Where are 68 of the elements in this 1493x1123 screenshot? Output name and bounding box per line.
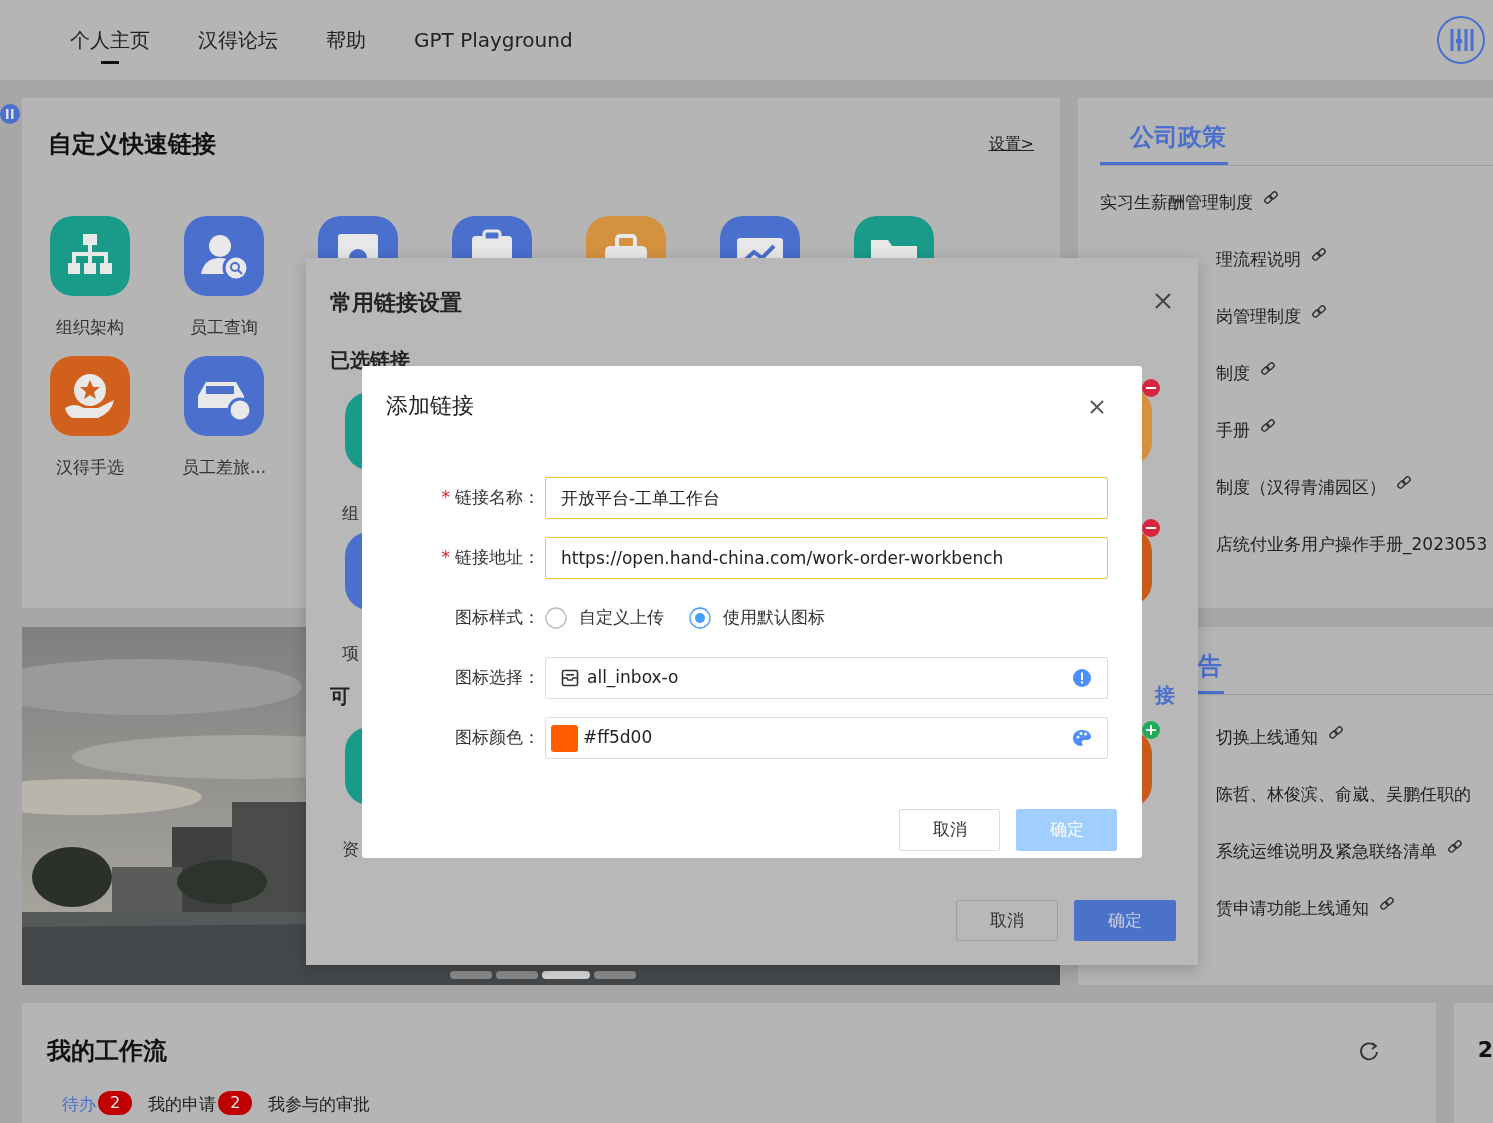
field-label: 图标样式： <box>455 607 540 628</box>
link-icon[interactable] <box>1328 725 1344 741</box>
card-title: 我的工作流 <box>47 1036 167 1067</box>
document-link[interactable]: 陈哲、林俊滨、俞崴、吴鹏任职的 <box>1216 782 1471 806</box>
select-field[interactable]: all_inbox-o <box>545 657 1108 699</box>
count-badge: 2 <box>98 1091 133 1115</box>
required-mark: * <box>441 547 450 568</box>
field-label: 链接名称： <box>455 487 540 508</box>
person-search-icon[interactable] <box>184 216 264 296</box>
field-label: 链接地址： <box>455 547 540 568</box>
document-link[interactable]: 制度 <box>1216 361 1250 385</box>
inbox-icon <box>561 669 579 687</box>
nav-tab[interactable]: 帮助 <box>326 26 366 64</box>
workflow-tab[interactable]: 我参与的审批 <box>268 1093 371 1115</box>
count-badge: 2 <box>218 1091 253 1115</box>
link-icon[interactable] <box>1379 896 1395 912</box>
color-field[interactable]: #ff5d00 <box>545 717 1108 759</box>
section-heading: 接 <box>1155 683 1175 707</box>
settings-link[interactable]: 设置> <box>988 132 1034 156</box>
card-title: 自定义快速链接 <box>48 129 216 160</box>
document-link[interactable]: 理流程说明 <box>1216 247 1301 271</box>
link-icon[interactable] <box>1260 418 1276 434</box>
input-field[interactable]: https://open.hand-china.com/work-order-workbench <box>545 537 1108 579</box>
document-link[interactable]: 系统运维说明及紧急联络清单 <box>1216 839 1437 863</box>
link-icon[interactable] <box>1311 247 1327 263</box>
document-link[interactable]: 实习生薪酬管理制度 <box>1100 190 1253 214</box>
link-icon[interactable] <box>1447 839 1463 855</box>
link-icon[interactable] <box>1260 361 1276 377</box>
document-link[interactable]: 赁申请功能上线通知 <box>1216 896 1369 920</box>
field-label: 图标选择： <box>455 667 540 688</box>
settings-icon[interactable] <box>1436 15 1486 65</box>
document-link[interactable]: 手册 <box>1216 418 1250 442</box>
link-icon[interactable] <box>1396 475 1412 491</box>
required-mark: * <box>441 487 450 508</box>
nav-tab[interactable]: 汉得论坛 <box>198 26 278 64</box>
palette-icon[interactable] <box>1072 728 1092 748</box>
cancel-button[interactable]: 取消 <box>899 809 1000 851</box>
cancel-button[interactable]: 取消 <box>956 900 1058 941</box>
link-label: 项 <box>342 642 359 664</box>
document-link[interactable]: 制度（汉得青浦园区） <box>1216 475 1386 499</box>
org-chart-icon[interactable] <box>50 216 130 296</box>
link-label: 组织架构 <box>56 316 124 338</box>
radio-option[interactable]: 使用默认图标 <box>689 605 825 631</box>
input-field[interactable]: 开放平台-工单工作台 <box>545 477 1108 519</box>
section-heading: 可 <box>330 684 350 708</box>
field-label: 图标颜色： <box>455 727 540 748</box>
link-label: 汉得手选 <box>56 456 124 478</box>
nav-tab[interactable]: GPT Playground <box>414 26 573 64</box>
collapse-icon[interactable] <box>0 104 20 124</box>
info-icon[interactable] <box>1072 668 1092 688</box>
link-icon[interactable] <box>1263 190 1279 206</box>
radio-option[interactable]: 自定义上传 <box>545 605 664 631</box>
add-icon[interactable] <box>1142 721 1160 739</box>
remove-icon[interactable] <box>1142 519 1160 537</box>
card-title: 2 <box>1477 1037 1493 1062</box>
workflow-tab[interactable]: 我的申请 <box>148 1093 217 1115</box>
link-label: 组 <box>342 502 359 524</box>
link-label: 资 <box>342 838 359 860</box>
document-link[interactable]: 岗管理制度 <box>1216 304 1301 328</box>
link-label: 员工查询 <box>190 316 258 338</box>
link-label: 员工差旅... <box>181 456 267 478</box>
document-link[interactable]: 店统付业务用户操作手册_2023053 <box>1216 532 1488 556</box>
dialog-title: 常用链接设置 <box>330 289 462 317</box>
document-link[interactable]: 切换上线通知 <box>1216 725 1318 749</box>
refresh-icon[interactable] <box>1358 1040 1381 1062</box>
link-icon[interactable] <box>1311 304 1327 320</box>
dialog-title: 添加链接 <box>386 392 474 420</box>
remove-icon[interactable] <box>1142 379 1160 397</box>
